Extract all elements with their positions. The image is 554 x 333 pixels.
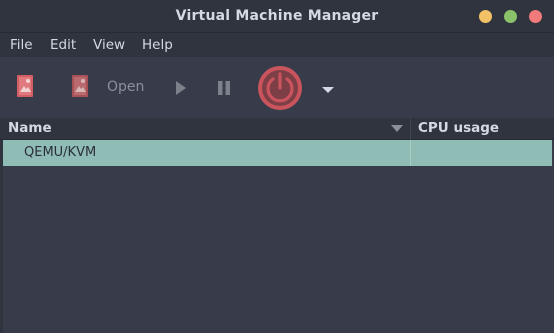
close-button[interactable] — [529, 10, 542, 23]
new-vm-icon — [17, 75, 33, 97]
pause-button[interactable] — [216, 80, 232, 96]
shutdown-menu-button[interactable] — [320, 81, 336, 93]
menu-bar: File Edit View Help — [0, 33, 554, 57]
column-header-name[interactable]: Name — [8, 120, 52, 136]
dropdown-arrow-icon — [322, 87, 334, 93]
row-name: QEMU/KVM — [24, 145, 97, 160]
sort-descending-icon[interactable] — [390, 124, 404, 133]
pause-icon — [218, 81, 230, 95]
open-label[interactable]: Open — [107, 79, 144, 95]
open-icon — [72, 75, 88, 97]
menu-view[interactable]: View — [93, 37, 125, 53]
column-header-cpu-usage[interactable]: CPU usage — [418, 120, 499, 136]
toolbar: Open — [0, 57, 554, 118]
open-button[interactable] — [68, 72, 94, 102]
table-row[interactable]: QEMU/KVM — [3, 140, 552, 166]
new-vm-button[interactable] — [13, 72, 39, 102]
run-button[interactable] — [172, 80, 188, 96]
table-header: Name CPU usage — [0, 118, 554, 140]
maximize-button[interactable] — [504, 10, 517, 23]
shutdown-button[interactable] — [256, 64, 304, 112]
menu-file[interactable]: File — [10, 37, 33, 53]
run-icon — [176, 81, 186, 95]
vmm-window: Virtual Machine Manager File Edit View H… — [0, 0, 554, 333]
row-column-separator — [410, 140, 411, 166]
vm-list[interactable] — [0, 140, 554, 333]
column-separator[interactable] — [410, 118, 411, 140]
menu-help[interactable]: Help — [142, 37, 173, 53]
minimize-button[interactable] — [479, 10, 492, 23]
title-bar[interactable]: Virtual Machine Manager — [0, 0, 554, 33]
window-title: Virtual Machine Manager — [175, 8, 379, 24]
list-left-border — [0, 140, 3, 333]
menu-edit[interactable]: Edit — [50, 37, 76, 53]
shutdown-icon — [258, 66, 302, 110]
